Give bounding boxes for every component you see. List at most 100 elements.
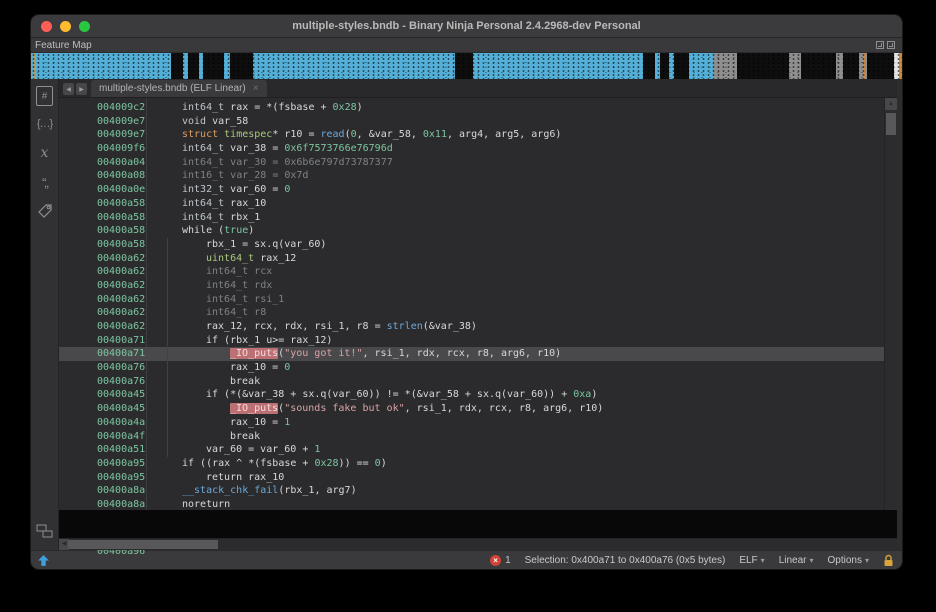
feature-map-popout-icon[interactable] [876,41,884,49]
code-token: int64_t [182,102,230,113]
scope-guide [167,252,168,266]
code-token: var_60 = [230,184,284,195]
variables-icon[interactable]: x [34,142,56,164]
code-line[interactable]: 00400a58int64_t rbx_1 [59,211,884,225]
code-line[interactable]: 00400a76rax_10 = 0 [59,361,884,375]
code-line[interactable]: 00400a08int16_t var_28 = 0x7d [59,169,884,183]
close-window-button[interactable] [41,21,52,32]
hash-glyph: # [42,91,48,102]
strings-icon[interactable]: “„ [34,171,56,193]
zoom-window-button[interactable] [79,21,90,32]
types-icon[interactable]: {…} [34,113,56,135]
feature-map-band [224,53,230,79]
code-line[interactable]: 00400a71if (rbx_1 u>= rax_12) [59,334,884,348]
code-line[interactable]: 004009c2int64_t rax = *(fsbase + 0x28) [59,101,884,115]
highlighted-token[interactable]: _IO_puts [230,403,278,414]
line-address: 00400a62 [97,265,145,279]
code-line[interactable]: 00400a4fbreak [59,430,884,444]
code-token: rax_10 = [230,417,284,428]
feature-map-band [643,53,689,79]
code-token: if ((rax ^ *(fsbase + [182,458,314,469]
tab-elf-linear[interactable]: multiple-styles.bndb (ELF Linear) × [91,80,267,97]
code-token: int64_t [182,198,230,209]
code-token: 0x28 [333,102,357,113]
code-token: 0x7d [284,170,308,181]
lock-icon[interactable] [883,554,894,567]
chevron-down-icon: ▾ [810,556,814,565]
line-address: 00400a51 [97,443,145,457]
code-line[interactable]: 00400a58while (true) [59,224,884,238]
scope-guide [167,279,168,293]
line-address: 00400a58 [97,224,145,238]
code-line[interactable]: 00400a95if ((rax ^ *(fsbase + 0x28)) == … [59,457,884,471]
code-token: 0x6b6e797d73787377 [284,157,392,168]
horizontal-scrollbar[interactable]: ◀ [59,538,897,550]
back-arrow-icon: ◀ [66,86,71,93]
code-token: 0x28 [314,458,338,469]
code-line[interactable]: 00400a71_IO_puts("you got it!", rsi_1, r… [59,347,884,361]
binary-ninja-window: multiple-styles.bndb - Binary Ninja Pers… [30,14,903,570]
code-line[interactable]: 00400a62uint64_t rax_12 [59,252,884,266]
view-dropdown[interactable]: Linear ▾ [779,555,814,566]
highlighted-token[interactable]: _IO_puts [230,348,278,359]
line-address: 00400a71 [97,334,145,348]
minimize-window-button[interactable] [60,21,71,32]
code-line[interactable]: 00400a58rbx_1 = sx.q(var_60) [59,238,884,252]
code-line[interactable]: 00400a51var_60 = var_60 + 1 [59,443,884,457]
nav-forward-button[interactable]: ▶ [76,83,87,95]
code-line[interactable]: 00400a4arax_10 = 1 [59,416,884,430]
cross-references-icon[interactable]: # [36,86,53,106]
code-token: strlen [387,321,423,332]
feature-map[interactable] [31,53,902,79]
code-token: struct [182,129,224,140]
code-line[interactable]: 00400a62rax_12, rcx, rdx, rsi_1, r8 = st… [59,320,884,334]
options-dropdown[interactable]: Options ▾ [828,555,869,566]
code-line[interactable]: 00400a45if (*(&var_38 + sx.q(var_60)) !=… [59,388,884,402]
nav-back-button[interactable]: ◀ [63,83,74,95]
code-line[interactable]: 004009e7struct timespec* r10 = read(0, &… [59,128,884,142]
code-token: (&var_38) [423,321,477,332]
line-address: 00400a58 [97,211,145,225]
feature-map-band [737,53,789,79]
code-token: * r10 = [272,129,320,140]
feature-map-band [183,53,188,79]
code-line[interactable]: 00400a62int64_t rdx [59,279,884,293]
code-line[interactable]: 004009f6int64_t var_38 = 0x6f7573766e767… [59,142,884,156]
code-token: 0x6f7573766e76796d [284,143,392,154]
code-line[interactable]: 00400a58int64_t rax_10 [59,197,884,211]
code-line[interactable]: 00400a45_IO_puts("sounds fake but ok", r… [59,402,884,416]
code-line[interactable]: 00400a8a__stack_chk_fail(rbx_1, arg7) [59,484,884,498]
code-token: int64_t [182,143,230,154]
code-line[interactable]: 00400a62int64_t rcx [59,265,884,279]
scroll-up-button[interactable]: ▲ [885,98,897,110]
feature-map-band [863,53,865,79]
line-address: 00400a71 [97,347,145,361]
hex-dump-row[interactable]: 00400a96 66 2e-0f 1f 84 00 00 00 00 00 f… [59,510,897,538]
line-address: 00400a04 [97,156,145,170]
vertical-scrollbar-thumb[interactable] [886,113,896,135]
code-line[interactable]: 00400a62int64_t r8 [59,306,884,320]
vertical-scrollbar[interactable]: ▲ [884,98,897,510]
code-line[interactable]: 00400a76break [59,375,884,389]
horizontal-scrollbar-thumb[interactable] [68,540,218,549]
code-line[interactable]: 00400a95return rax_10 [59,471,884,485]
format-dropdown[interactable]: ELF ▾ [739,555,764,566]
code-token: break [230,431,260,442]
code-line[interactable]: 00400a04int64_t var_30 = 0x6b6e797d73787… [59,156,884,170]
sidebar-toggle-arrow[interactable] [37,554,50,567]
feature-map-expand-icon[interactable] [887,41,895,49]
code-line[interactable]: 00400a0eint32_t var_60 = 0 [59,183,884,197]
mini-graph-icon[interactable] [34,520,56,542]
error-indicator[interactable]: × 1 [490,555,511,566]
code-line[interactable]: 00400a62int64_t rsi_1 [59,293,884,307]
italic-x-glyph: x [41,145,49,161]
code-token: , arg4, arg5, arg6) [447,129,561,140]
tags-icon[interactable] [34,200,56,222]
selection-info: Selection: 0x400a71 to 0x400a76 (0x5 byt… [525,555,726,566]
code-line[interactable]: 004009e7void var_58 [59,115,884,129]
scope-guide [167,347,168,361]
tab-close-icon[interactable]: × [253,83,259,94]
scope-guide [167,306,168,320]
line-address: 00400a45 [97,402,145,416]
code-line[interactable]: 00400a8anoreturn [59,498,884,510]
